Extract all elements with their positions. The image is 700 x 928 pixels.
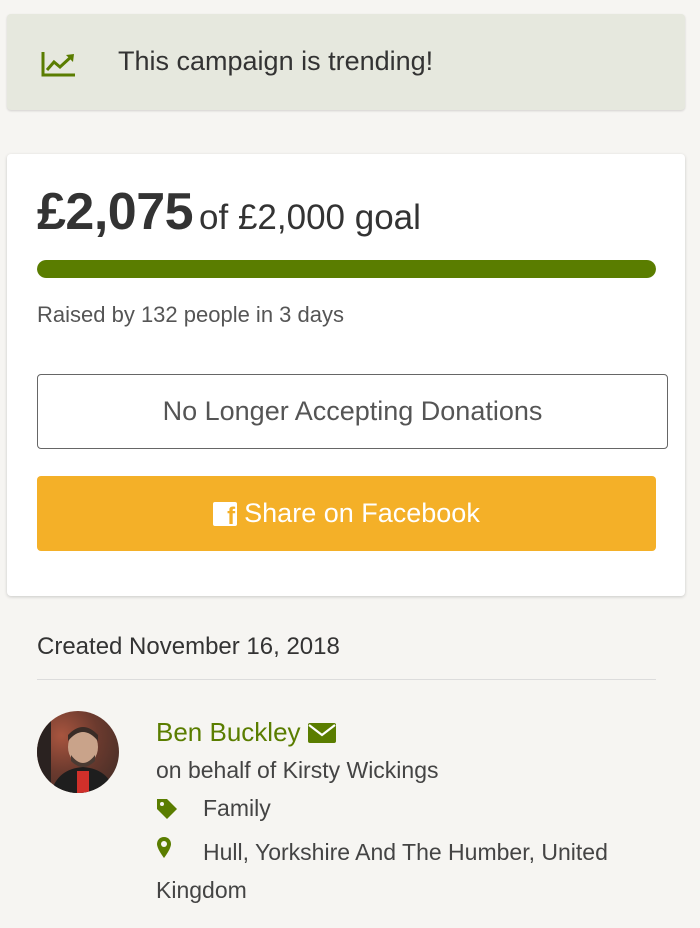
progress-bar-fill <box>37 260 656 278</box>
avatar-photo-icon <box>37 711 115 793</box>
created-date: Created November 16, 2018 <box>37 633 340 660</box>
trending-text: This campaign is trending! <box>118 46 434 76</box>
organizer-avatar[interactable] <box>37 711 119 793</box>
goal-text: of £2,000 goal <box>199 198 421 237</box>
envelope-icon[interactable] <box>307 722 337 744</box>
amount-raised: £2,075 <box>37 183 194 241</box>
no-longer-accepting-button[interactable]: No Longer Accepting Donations <box>37 374 668 449</box>
donation-card: £2,075 of £2,000 goal Raised by 132 peopl… <box>7 154 685 596</box>
trending-banner: This campaign is trending! <box>7 14 685 110</box>
divider <box>37 679 656 680</box>
share-facebook-button[interactable]: f Share on Facebook <box>37 476 656 551</box>
trending-chart-icon <box>41 52 75 77</box>
organizer-name-row: Ben Buckley <box>156 717 337 748</box>
organizer-name-link[interactable]: Ben Buckley <box>156 717 301 748</box>
tag-icon <box>157 799 177 819</box>
raised-by-text: Raised by 132 people in 3 days <box>37 302 344 327</box>
behalf-text: on behalf of Kirsty Wickings <box>156 757 439 783</box>
amount-row: £2,075 of £2,000 goal <box>37 182 421 242</box>
category-link[interactable]: Family <box>203 795 271 822</box>
progress-bar <box>37 260 656 278</box>
share-button-label: Share on Facebook <box>244 498 480 528</box>
location-text: Hull, Yorkshire And The Humber, United K… <box>156 839 608 903</box>
facebook-icon: f <box>213 501 238 526</box>
